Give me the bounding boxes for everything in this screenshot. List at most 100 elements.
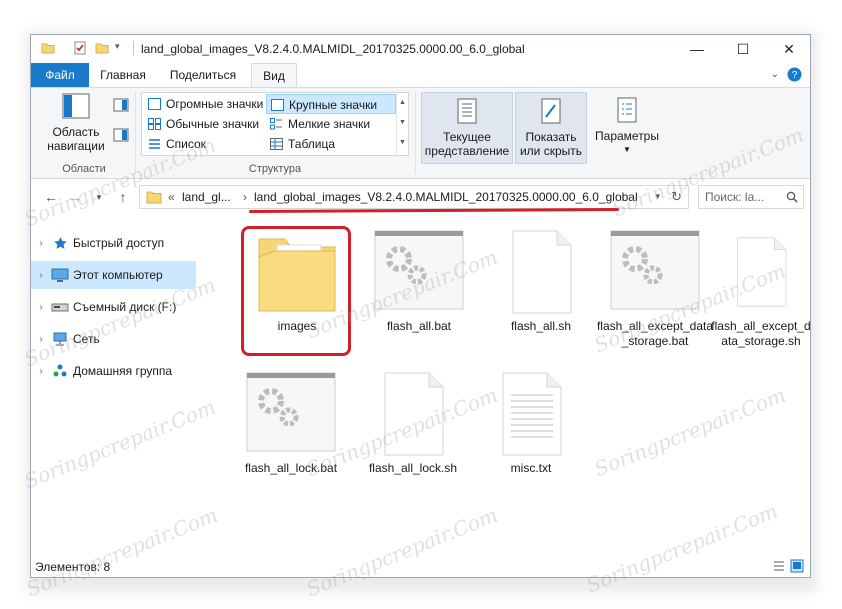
- navigation-pane-icon: [62, 93, 90, 119]
- nav-item-removable-disk[interactable]: › Съемный диск (F:): [31, 293, 196, 321]
- batch-file-icon: [359, 227, 479, 317]
- nav-item-quick-access[interactable]: › Быстрый доступ: [31, 229, 196, 257]
- layout-group-label: Структура: [248, 163, 302, 175]
- file-item-images[interactable]: images: [237, 227, 357, 334]
- details-pane-icon[interactable]: [113, 128, 129, 142]
- maximize-button[interactable]: ☐: [720, 35, 766, 63]
- file-item-flash-all-except-sh[interactable]: flash_all_except_data_storage.sh: [711, 227, 811, 349]
- show-hide-label-1: Показать: [525, 130, 577, 144]
- file-name: flash_all_lock.sh: [368, 461, 458, 475]
- forward-button[interactable]: →: [65, 187, 85, 207]
- search-icon[interactable]: [786, 191, 798, 203]
- address-dropdown-icon[interactable]: ▾: [655, 191, 660, 202]
- nav-item-label: Быстрый доступ: [73, 236, 165, 250]
- scroll-up-icon[interactable]: ▲: [397, 93, 408, 113]
- medium-icons-icon: [148, 118, 161, 130]
- expand-chevron-icon[interactable]: ›: [31, 302, 51, 313]
- layout-label: Таблица: [288, 137, 336, 151]
- show-hide-button[interactable]: Показать или скрыть: [515, 92, 587, 164]
- batch-file-icon: [231, 369, 351, 459]
- new-folder-icon[interactable]: [95, 41, 109, 55]
- file-item-flash-all-sh[interactable]: flash_all.sh: [481, 227, 601, 334]
- qa-dropdown-icon[interactable]: ▾: [115, 41, 120, 52]
- areas-group-label: Области: [62, 163, 106, 175]
- refresh-icon[interactable]: ↻: [671, 189, 682, 205]
- show-hide-label-2: или скрыть: [519, 144, 583, 158]
- navigation-pane: › Быстрый доступ › Этот компьютер › Съем…: [31, 215, 201, 559]
- help-icon[interactable]: ?: [787, 67, 802, 82]
- options-dropdown-icon: ▼: [623, 145, 631, 154]
- ribbon-separator: [135, 92, 136, 174]
- expand-chevron-icon[interactable]: ›: [31, 366, 51, 377]
- details-icon: [270, 138, 283, 150]
- nav-item-label: Съемный диск (F:): [73, 300, 177, 314]
- file-item-misc-txt[interactable]: misc.txt: [471, 369, 591, 476]
- layout-gallery-scroll[interactable]: ▲ ▼ ▼: [396, 93, 408, 155]
- file-item-flash-all-lock-bat[interactable]: flash_all_lock.bat: [231, 369, 351, 476]
- file-item-flash-all-except-bat[interactable]: flash_all_except_data_storage.bat: [595, 227, 715, 349]
- breadcrumb-parent[interactable]: land_gl...: [182, 190, 231, 204]
- layout-list[interactable]: Список: [144, 134, 264, 154]
- nav-item-label: Этот компьютер: [73, 268, 163, 282]
- window-title: land_global_images_V8.2.4.0.MALMIDL_2017…: [141, 42, 525, 56]
- extra-large-icons-icon: [148, 98, 161, 110]
- expand-chevron-icon[interactable]: ›: [31, 270, 51, 281]
- details-view-icon[interactable]: [772, 559, 786, 573]
- expand-chevron-icon[interactable]: ›: [31, 238, 51, 249]
- nav-item-homegroup[interactable]: › Домашняя группа: [31, 357, 196, 385]
- layout-label: Список: [166, 137, 206, 151]
- back-button[interactable]: ←: [41, 187, 61, 207]
- navigation-pane-button[interactable]: Область навигации: [41, 92, 111, 156]
- options-button[interactable]: Параметры ▼: [591, 92, 663, 164]
- ribbon-separator: [415, 92, 416, 174]
- options-icon: [617, 97, 637, 123]
- file-name: images: [277, 319, 317, 333]
- file-item-flash-all-lock-sh[interactable]: flash_all_lock.sh: [353, 369, 473, 476]
- nav-item-this-pc[interactable]: › Этот компьютер: [31, 261, 196, 289]
- navigation-pane-label-2: навигации: [47, 139, 105, 153]
- gallery-more-icon[interactable]: ▼: [397, 133, 408, 153]
- ribbon-collapse-icon[interactable]: ⌄: [771, 69, 779, 80]
- breadcrumb-current[interactable]: land_global_images_V8.2.4.0.MALMIDL_2017…: [254, 190, 638, 204]
- layout-label: Мелкие значки: [288, 117, 371, 131]
- tab-share[interactable]: Поделиться: [159, 63, 247, 87]
- current-view-icon: [457, 98, 477, 124]
- layout-small-icons[interactable]: Мелкие значки: [266, 114, 396, 134]
- ribbon-view: Область навигации Области Огромные значк…: [31, 87, 810, 179]
- minimize-button[interactable]: —: [674, 35, 720, 63]
- document-icon: [481, 227, 601, 317]
- current-view-label-1: Текущее: [443, 130, 491, 144]
- large-icons-view-icon[interactable]: [790, 559, 804, 573]
- file-name: flash_all_except_data_storage.sh: [711, 319, 811, 348]
- current-view-button[interactable]: Текущее представление: [421, 92, 513, 164]
- title-separator: [133, 41, 134, 56]
- search-input[interactable]: Поиск: la...: [698, 185, 804, 209]
- recent-locations-button[interactable]: ▾: [89, 187, 109, 207]
- nav-item-network[interactable]: › Сеть: [31, 325, 196, 353]
- breadcrumb-separator[interactable]: ›: [243, 190, 247, 204]
- layout-extra-large-icons[interactable]: Огромные значки: [144, 94, 264, 114]
- file-item-flash-all-bat[interactable]: flash_all.bat: [359, 227, 479, 334]
- tab-view[interactable]: Вид: [251, 63, 297, 88]
- tab-home[interactable]: Главная: [93, 63, 153, 87]
- scroll-down-icon[interactable]: ▼: [397, 113, 408, 133]
- document-icon: [353, 369, 473, 459]
- address-bar[interactable]: « land_gl... › land_global_images_V8.2.4…: [139, 185, 689, 209]
- title-bar: ▾ land_global_images_V8.2.4.0.MALMIDL_20…: [31, 35, 810, 63]
- expand-chevron-icon[interactable]: ›: [31, 334, 51, 345]
- layout-medium-icons[interactable]: Обычные значки: [144, 114, 264, 134]
- properties-icon[interactable]: [73, 41, 87, 55]
- options-label: Параметры: [595, 129, 659, 143]
- preview-pane-icon[interactable]: [113, 98, 129, 112]
- tab-file[interactable]: Файл: [31, 63, 89, 87]
- batch-file-icon: [595, 227, 715, 317]
- address-overflow[interactable]: «: [168, 190, 175, 204]
- layout-label: Огромные значки: [166, 97, 264, 111]
- layout-large-icons[interactable]: Крупные значки: [266, 94, 396, 114]
- folder-icon: [237, 227, 357, 317]
- close-button[interactable]: ✕: [766, 35, 810, 63]
- nav-item-label: Домашняя группа: [73, 364, 173, 378]
- ribbon-tabs: Файл Главная Поделиться Вид ⌄ ?: [31, 63, 810, 88]
- layout-details[interactable]: Таблица: [266, 134, 396, 154]
- up-button[interactable]: ↑: [113, 187, 133, 207]
